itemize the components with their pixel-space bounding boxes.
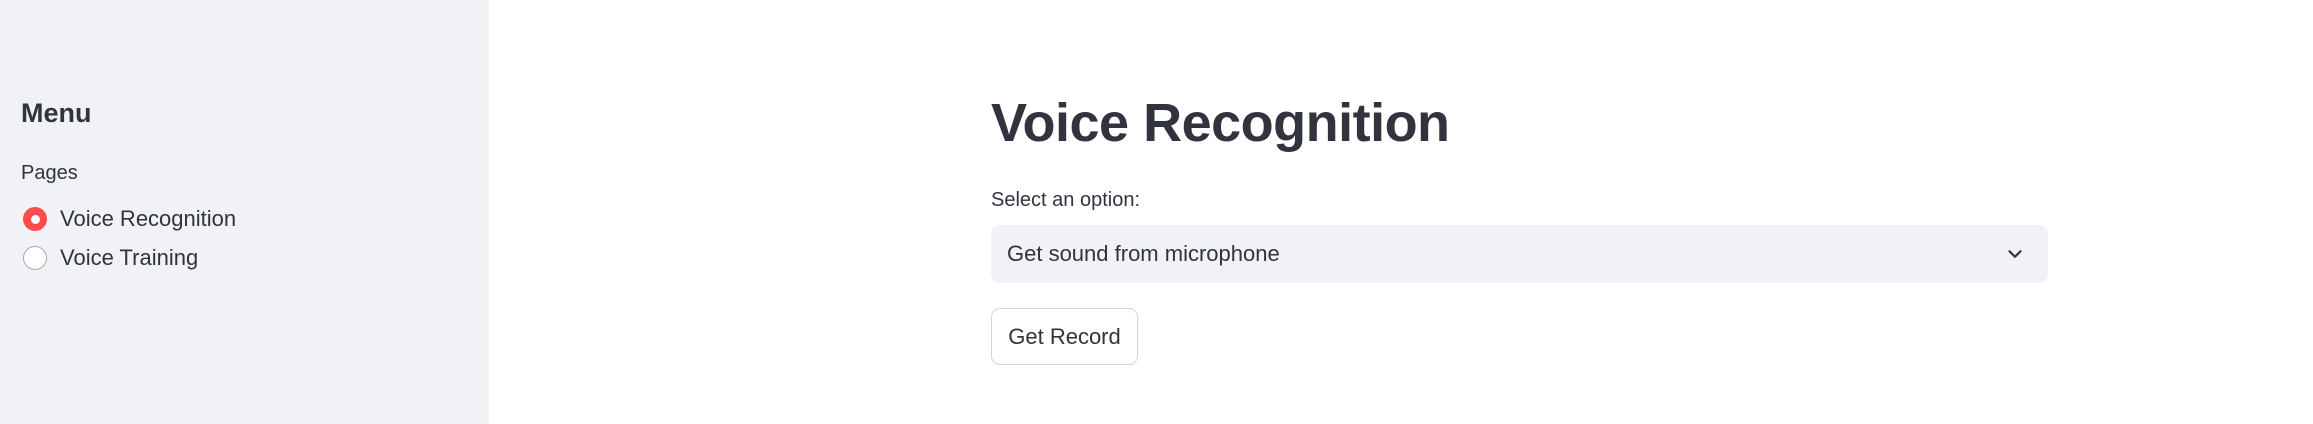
pages-radio-label: Pages: [21, 162, 78, 184]
get-record-button[interactable]: Get Record: [991, 308, 1138, 365]
radio-checked-icon[interactable]: [23, 207, 47, 231]
sidebar: Menu Pages Voice Recognition Voice Train…: [0, 0, 489, 424]
option-select[interactable]: Get sound from microphone: [991, 225, 2048, 283]
radio-option-label: Voice Training: [60, 245, 199, 270]
chevron-down-icon[interactable]: [2004, 243, 2026, 265]
radio-option-voice-recognition[interactable]: Voice Recognition: [23, 204, 236, 234]
sidebar-title: Menu: [21, 98, 92, 128]
select-label: Select an option:: [991, 189, 1140, 211]
app: Menu Pages Voice Recognition Voice Train…: [0, 0, 2313, 424]
radio-option-voice-training[interactable]: Voice Training: [23, 243, 198, 273]
radio-option-label: Voice Recognition: [60, 206, 237, 231]
page-title: Voice Recognition: [991, 93, 1450, 153]
select-value: Get sound from microphone: [1007, 241, 1280, 266]
radio-unchecked-icon[interactable]: [23, 246, 47, 270]
main-content: Voice Recognition Select an option: Get …: [489, 0, 2313, 424]
